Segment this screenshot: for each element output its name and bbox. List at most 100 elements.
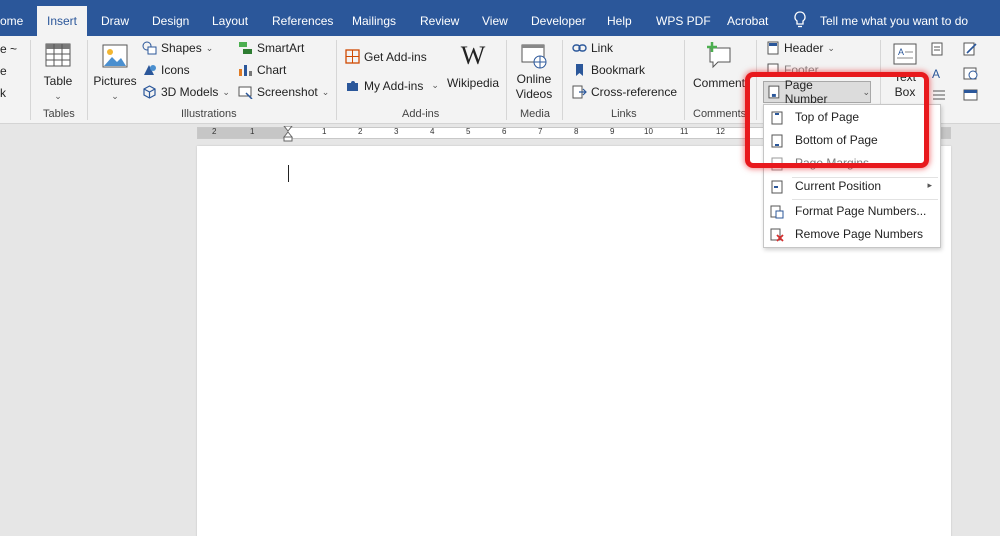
ruler-number: 2 <box>212 127 217 136</box>
tab-layout[interactable]: Layout <box>212 0 248 36</box>
group-label-tables: Tables <box>43 108 75 120</box>
bookmark-button[interactable]: Bookmark <box>572 63 645 77</box>
chevron-down-icon: ⌄ <box>222 86 230 97</box>
tab-mailings[interactable]: Mailings <box>352 0 396 36</box>
smartart-label: SmartArt <box>257 41 305 55</box>
chevron-down-icon: ⌄ <box>205 42 214 53</box>
lightbulb-icon[interactable] <box>793 11 807 29</box>
ruler-number: 1 <box>250 127 255 136</box>
comment-button[interactable]: Comment <box>690 40 748 91</box>
ruler-number: 6 <box>502 127 507 136</box>
my-add-ins-label: My Add-ins <box>364 78 424 93</box>
screenshot-icon <box>238 86 253 99</box>
header-label: Header <box>784 41 824 55</box>
object-icon[interactable] <box>963 88 979 102</box>
pictures-icon <box>102 44 128 68</box>
tab-developer[interactable]: Developer <box>531 0 586 36</box>
3d-models-button[interactable]: 3D Models ⌄ <box>142 85 230 99</box>
chevron-down-icon: ⌄ <box>827 42 835 53</box>
ruler-number: 12 <box>716 127 725 136</box>
chevron-down-icon: ⌄ <box>431 80 439 90</box>
shapes-button[interactable]: Shapes ⌄ <box>142 41 213 55</box>
ruler-number: 5 <box>466 127 471 136</box>
partial-ribbon-item-1[interactable]: e ~ <box>0 42 17 56</box>
get-add-ins-label: Get Add-ins <box>364 49 427 64</box>
tab-wps-pdf[interactable]: WPS PDF <box>656 0 711 36</box>
my-add-ins-button[interactable]: My Add-ins ⌄ <box>345 78 439 93</box>
text-box-icon: A <box>893 43 917 65</box>
online-videos-button[interactable]: Online Videos <box>513 42 555 102</box>
ruler-number: 1 <box>322 127 327 136</box>
menu-item-label: Remove Page Numbers <box>795 227 924 241</box>
format-page-numbers-icon <box>770 205 784 219</box>
chart-button[interactable]: Chart <box>238 63 286 77</box>
chevron-down-icon: ⌄ <box>54 91 62 101</box>
partial-ribbon-item-3[interactable]: k <box>0 86 6 100</box>
wordart-icon[interactable]: A <box>931 66 947 80</box>
tab-review[interactable]: Review <box>420 0 459 36</box>
remove-page-numbers-icon <box>770 228 784 242</box>
text-cursor <box>288 165 289 182</box>
menu-item-format-page-numbers[interactable]: Format Page Numbers... <box>764 201 940 223</box>
menu-item-current-position[interactable]: Current Position ▸ <box>764 176 940 198</box>
tell-me-search[interactable]: Tell me what you want to do <box>820 0 968 36</box>
bookmark-icon <box>576 64 583 76</box>
icons-icon <box>144 65 156 75</box>
get-add-ins-button[interactable]: Get Add-ins <box>345 49 427 64</box>
header-button[interactable]: Header ⌄ <box>766 41 835 55</box>
smartart-icon <box>239 42 252 54</box>
pictures-button[interactable]: Pictures ⌄ <box>93 42 137 104</box>
indent-marker-icon[interactable] <box>283 126 293 142</box>
menu-item-label: Format Page Numbers... <box>795 204 927 218</box>
pictures-label: Pictures <box>93 74 137 88</box>
ruler-number: 9 <box>610 127 615 136</box>
ribbon-tab-bar: ome Insert Draw Design Layout References… <box>0 0 1000 36</box>
annotation-highlight-box <box>745 72 929 168</box>
signature-line-icon[interactable] <box>963 42 979 56</box>
link-button[interactable]: Link <box>572 41 613 55</box>
store-icon <box>345 49 360 64</box>
group-label-illustrations: Illustrations <box>181 108 237 120</box>
tab-help[interactable]: Help <box>607 0 632 36</box>
online-videos-label-2: Videos <box>515 87 553 101</box>
tab-home[interactable]: ome <box>0 0 23 36</box>
tab-view[interactable]: View <box>482 0 508 36</box>
3d-models-label: 3D Models <box>161 85 219 99</box>
icons-button[interactable]: Icons <box>142 63 190 77</box>
link-label: Link <box>591 41 614 55</box>
cross-reference-button[interactable]: Cross-reference <box>572 85 677 99</box>
ruler-number: 4 <box>430 127 435 136</box>
online-videos-label-1: Online <box>516 72 552 86</box>
tab-insert[interactable]: Insert <box>37 6 88 36</box>
puzzle-icon <box>347 81 358 91</box>
tab-draw[interactable]: Draw <box>101 0 129 36</box>
ruler-number: 3 <box>394 127 399 136</box>
screenshot-label: Screenshot <box>257 85 318 99</box>
partial-ribbon-item-2[interactable]: e <box>0 64 7 78</box>
header-icon <box>767 41 779 55</box>
quick-parts-icon[interactable] <box>931 42 947 56</box>
tab-design[interactable]: Design <box>152 0 189 36</box>
tab-references[interactable]: References <box>272 0 333 36</box>
cross-reference-label: Cross-reference <box>591 85 678 99</box>
menu-item-label: Current Position <box>795 179 882 193</box>
drop-cap-icon[interactable] <box>931 88 947 102</box>
smartart-button[interactable]: SmartArt <box>238 41 304 55</box>
table-button[interactable]: Table ⌄ <box>40 42 76 104</box>
group-label-add-ins: Add-ins <box>402 108 440 120</box>
wikipedia-button[interactable]: W Wikipedia <box>445 42 501 91</box>
svg-text:A: A <box>932 67 940 80</box>
group-label-media: Media <box>520 108 550 120</box>
screenshot-button[interactable]: Screenshot ⌄ <box>238 85 329 99</box>
svg-text:A: A <box>898 47 904 57</box>
table-icon <box>45 43 71 67</box>
group-label-links: Links <box>611 108 637 120</box>
link-icon <box>572 44 587 52</box>
wikipedia-label: Wikipedia <box>446 76 500 90</box>
chevron-down-icon: ⌄ <box>321 86 330 97</box>
date-time-icon[interactable] <box>963 66 979 80</box>
ruler-number: 8 <box>574 127 579 136</box>
ruler-number: 11 <box>680 127 689 136</box>
menu-item-remove-page-numbers[interactable]: Remove Page Numbers <box>764 224 940 246</box>
tab-acrobat[interactable]: Acrobat <box>727 0 768 36</box>
